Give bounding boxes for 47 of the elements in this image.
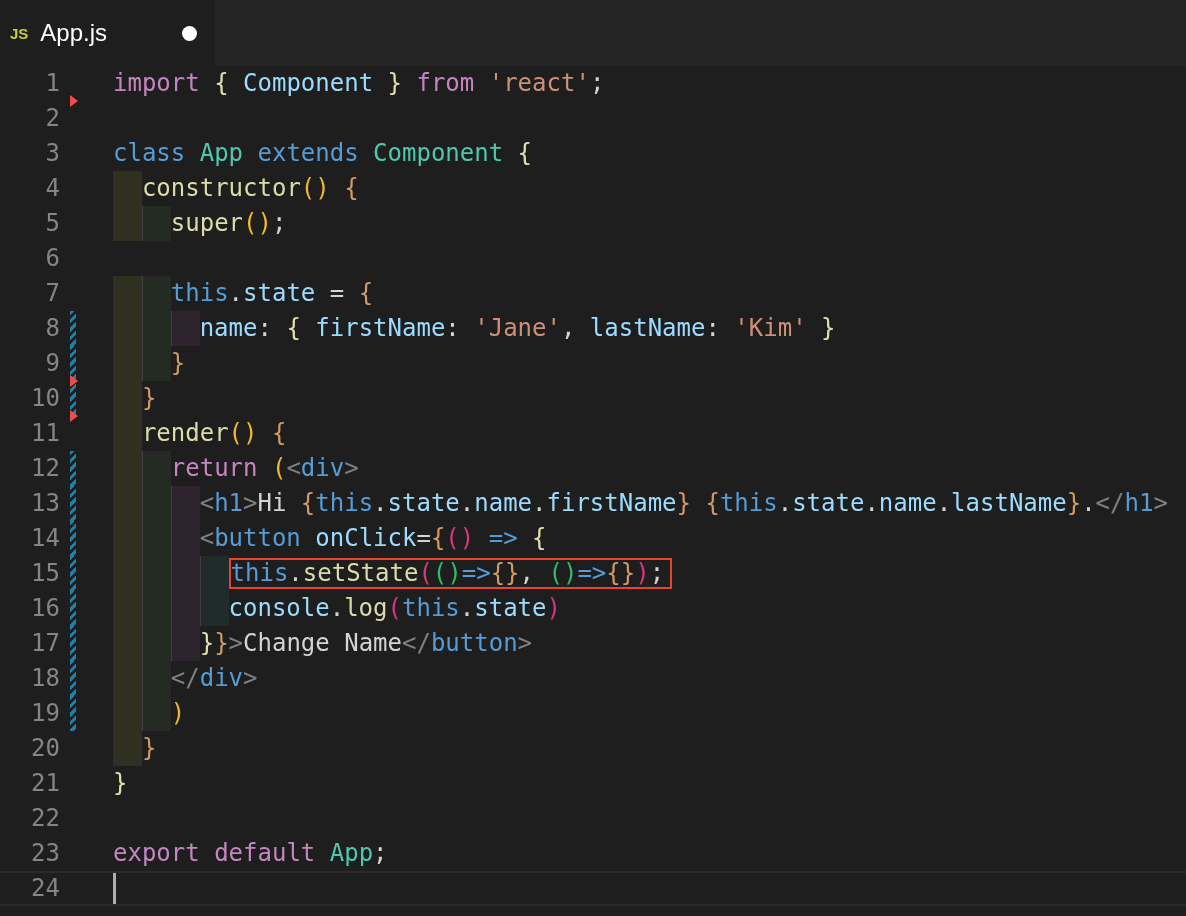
code-line: render() { [141, 418, 287, 449]
line-number: 23 [30, 838, 60, 869]
text-cursor [113, 873, 116, 904]
line-number: 20 [30, 733, 60, 764]
code-line: <button onClick={() => { [199, 523, 547, 554]
code-line: ) [170, 698, 186, 729]
editor-tab[interactable]: JS App.js [0, 0, 215, 66]
code-line: return (<div> [170, 453, 359, 484]
code-line: }}>Change Name</button> [199, 628, 533, 659]
line-number: 13 [30, 488, 60, 519]
line-number: 11 [30, 418, 60, 449]
javascript-file-icon: JS [10, 24, 29, 42]
line-number: 6 [44, 243, 60, 274]
line-number: 16 [30, 593, 60, 624]
line-number: 18 [30, 663, 60, 694]
line-number: 22 [30, 803, 60, 834]
line-number: 12 [30, 453, 60, 484]
line-number: 17 [30, 628, 60, 659]
code-line: } [170, 348, 186, 379]
code-line: name: { firstName: 'Jane', lastName: 'Kim' } [199, 313, 836, 344]
code-line: class App extends Component { [113, 138, 533, 169]
code-line: console.log(this.state) [228, 593, 561, 624]
code-line: import { Component } from 'react'; [113, 68, 605, 99]
line-number: 9 [44, 348, 60, 379]
line-number: 14 [30, 523, 60, 554]
line-number: 5 [44, 208, 60, 239]
code-line: } [141, 383, 157, 414]
line-number: 24 [30, 873, 60, 904]
code-line: super(); [170, 208, 287, 239]
line-number: 3 [44, 138, 60, 169]
line-number: 15 [30, 558, 60, 589]
line-number: 10 [30, 383, 60, 414]
code-line: constructor() { [141, 173, 359, 204]
line-number: 4 [44, 173, 60, 204]
line-number: 8 [44, 313, 60, 344]
line-number: 1 [44, 68, 60, 99]
code-line: this.state = { [170, 278, 374, 309]
tab-title: App.js [40, 19, 108, 47]
line-number: 7 [44, 278, 60, 309]
code-line: } [141, 733, 157, 764]
line-number: 21 [30, 768, 60, 799]
line-number: 19 [30, 698, 60, 729]
code-line: </div> [170, 663, 258, 694]
code-line: <h1>Hi {this.state.name.firstName} {this.state.name.lastName}.</h1> [199, 488, 1168, 519]
code-line: export default App; [113, 838, 388, 869]
code-line: } [113, 768, 128, 799]
line-number: 2 [44, 103, 60, 134]
